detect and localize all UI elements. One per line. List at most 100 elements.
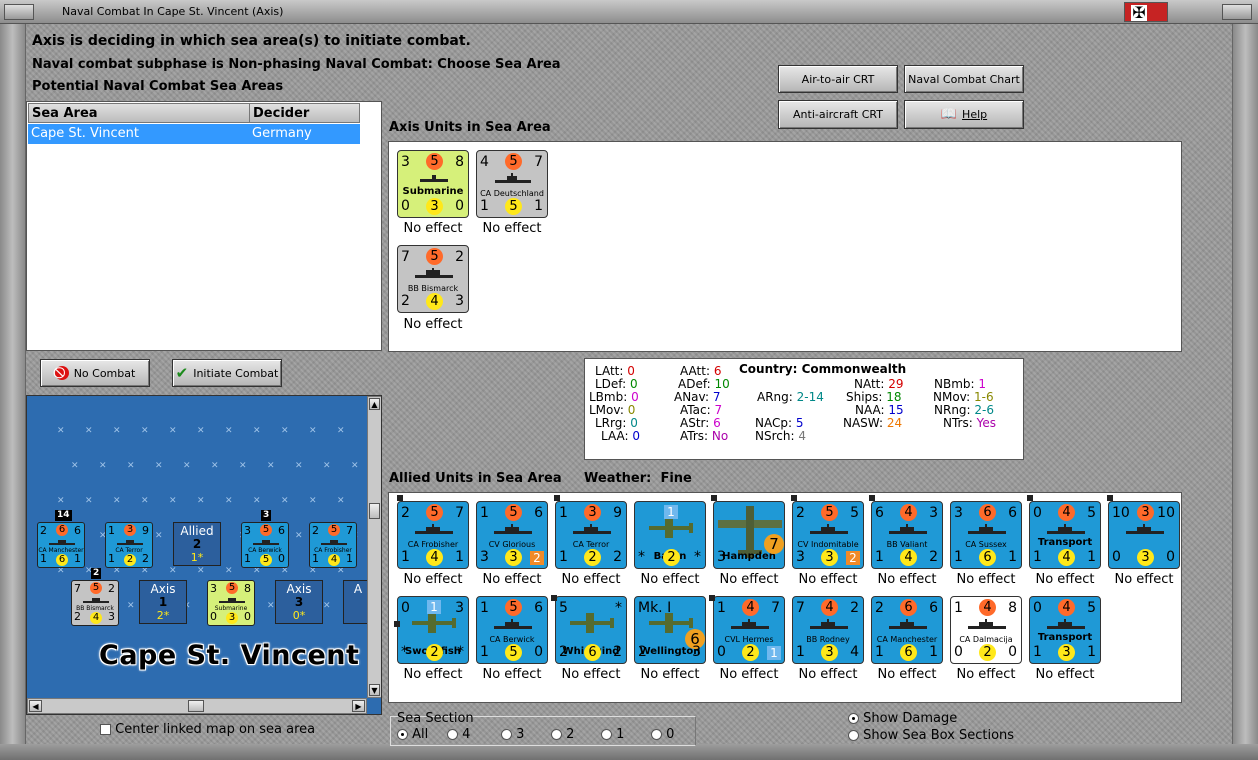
wave-mark: ✕ [85, 496, 93, 506]
link-marker [394, 621, 400, 627]
wave-mark: ✕ [295, 461, 303, 471]
col-header-sea-area[interactable]: Sea Area [28, 103, 250, 123]
wave-mark: ✕ [323, 601, 331, 611]
unit-counter-bb-rodney[interactable]: 7 4 2 BB Rodney 1 3 4 [792, 596, 864, 664]
help-button[interactable]: 📖 Help [904, 100, 1024, 129]
sea-section-label: Sea Section [397, 711, 474, 726]
unit-counter-ca-dalmacija[interactable]: 1 4 8 CA Dalmacija 0 2 0 [950, 596, 1022, 664]
wave-mark: ✕ [141, 426, 149, 436]
allied-units-label: Allied Units in Sea Area [389, 471, 562, 486]
checkbox-box[interactable] [100, 724, 111, 735]
radio-indicator[interactable] [848, 730, 859, 741]
sea-section-group: Sea Section All 4 3 2 1 0 [390, 711, 696, 746]
unit-counter-cvl-hermes[interactable]: 1 4 7 CVL Hermes 0 2 1 [713, 596, 785, 664]
wave-mark: ✕ [127, 601, 135, 611]
radio-indicator[interactable] [651, 729, 662, 740]
scroll-right-arrow-icon[interactable]: ▶ [352, 700, 365, 712]
unit-counter-transport[interactable]: 0 4 5 Transport 1 4 1 [1029, 501, 1101, 569]
stat-item: NTrs: Yes [943, 416, 996, 430]
unit-counter-ca-berwick[interactable]: 1 5 6 CA Berwick 1 5 0 [476, 596, 548, 664]
scroll-left-arrow-icon[interactable]: ◀ [29, 700, 42, 712]
close-window-button[interactable] [1222, 4, 1252, 20]
radio-indicator[interactable] [447, 729, 458, 740]
initiate-combat-button[interactable]: ✔ Initiate Combat [172, 359, 282, 387]
horizontal-scroll-thumb[interactable] [188, 700, 204, 712]
radio-indicator[interactable] [848, 713, 859, 724]
unit-counter-ca-deutschland[interactable]: 457 CA Deutschland 151 [476, 150, 548, 218]
sea-section-option-0[interactable]: 0 [651, 727, 674, 742]
unit-counter-bb-bismarck[interactable]: 752 BB Bismarck 243 [397, 245, 469, 313]
table-row[interactable]: Cape St. Vincent Germany [28, 124, 360, 144]
unit-counter-ca-manchester[interactable]: 2 6 6 CA Manchester 1 6 1 [871, 596, 943, 664]
unit-counter-bb-valiant[interactable]: 6 4 3 BB Valiant 1 4 2 [871, 501, 943, 569]
country-stats-panel: Country: Commonwealth LAtt: 0 LDef: 0 LBmb… [584, 358, 1024, 460]
unit-status: No effect [1035, 667, 1095, 682]
unit-counter-unit[interactable]: 10 3 10 0 3 0 [1108, 501, 1180, 569]
unit-counter-swordfish[interactable]: 03Swordfish*2*1 [397, 596, 469, 664]
unit-counter-cv-glorious[interactable]: 1 5 6 CV Glorious 3 3 2 [476, 501, 548, 569]
wave-mark: ✕ [225, 426, 233, 436]
map-counter-submarine[interactable]: 3 5 8 Submarine 0 3 0 [207, 580, 255, 626]
stat-item: NSrch: 4 [755, 429, 806, 443]
map-counter-ca-manchester[interactable]: 2 6 6 CA Manchester 1 6 1 [37, 522, 85, 568]
map-counter-ca-frobisher[interactable]: 2 5 7 CA Frobisher 1 4 1 [309, 522, 357, 568]
stat-item: LMov: 0 [589, 403, 636, 417]
unit-counter-whirlwind[interactable]: 5*Whirlwind262 [555, 596, 627, 664]
show-sea-box-sections-radio[interactable]: Show Sea Box Sections [848, 728, 1014, 743]
unit-counter-baffin[interactable]: Baffin*2*1 [634, 501, 706, 569]
map-counter-ca-berwick[interactable]: 3 5 6 CA Berwick 1 5 0 [241, 522, 289, 568]
radio-indicator[interactable] [601, 729, 612, 740]
system-menu-button[interactable] [4, 4, 34, 20]
sea-section-option-4[interactable]: 4 [447, 727, 470, 742]
unit-counter-ca-sussex[interactable]: 3 6 6 CA Sussex 1 6 1 [950, 501, 1022, 569]
col-header-decider[interactable]: Decider [249, 103, 360, 123]
unit-status: No effect [482, 667, 542, 682]
germany-flag-icon: ✠ [1124, 2, 1168, 22]
unit-status: No effect [798, 667, 858, 682]
axis-sea-box-3[interactable]: Axis 3 0* [275, 580, 323, 624]
unit-counter-cv-indomitable[interactable]: 2 5 5 CV Indomitable 3 3 2 [792, 501, 864, 569]
sea-section-option-2[interactable]: 2 [551, 727, 574, 742]
map-counter-bb-bismarck[interactable]: 7 5 2 BB Bismarck 2 4 3 [71, 580, 119, 626]
title-bar: Naval Combat In Cape St. Vincent (Axis) … [0, 0, 1258, 24]
vertical-scroll-thumb[interactable] [369, 503, 380, 519]
scroll-down-arrow-icon[interactable]: ▼ [369, 684, 380, 696]
sea-area-map[interactable]: ✕ ✕ ✕ ✕ ✕ ✕ ✕ ✕ ✕ ✕ ✕ ✕ ✕ ✕ ✕ ✕ ✕ ✕ ✕ ✕ ✕ ✕ ✕ ✕ ✕ ✕ ✕ ✕ ✕ ✕ ✕ ✕ ✕ ✕ ✕ ✕ ✕ ✕ ✕ ✕… [26, 395, 382, 715]
axis-units-panel: 358 Submarine 030 No effect 457 CA Deuts… [388, 141, 1182, 352]
air-to-air-crt-button[interactable]: Air-to-air CRT [778, 65, 898, 93]
map-counter-ca-terror[interactable]: 1 3 9 CA Terror 1 2 2 [105, 522, 153, 568]
map-vertical-scrollbar[interactable]: ▲ ▼ [367, 396, 381, 698]
stat-item: NAtt: 29 [854, 377, 904, 391]
sea-section-option-1[interactable]: 1 [601, 727, 624, 742]
unit-counter-hampden[interactable]: Hampden 3 7 [713, 501, 785, 569]
anti-aircraft-crt-button[interactable]: Anti-aircraft CRT [778, 100, 898, 129]
damage-marker: 1 [664, 505, 678, 519]
allied-sea-box[interactable]: Allied 2 1* [173, 522, 221, 566]
no-combat-button[interactable]: ⃠ No Combat [40, 359, 150, 387]
unit-counter-wellington[interactable]: Mk. I Wellington 2 6 3 [634, 596, 706, 664]
unit-status: No effect [798, 572, 858, 587]
naval-combat-chart-button[interactable]: Naval Combat Chart [904, 65, 1024, 93]
scroll-up-arrow-icon[interactable]: ▲ [369, 398, 380, 410]
center-map-checkbox[interactable]: Center linked map on sea area [100, 722, 315, 737]
sea-section-option-all[interactable]: All [397, 727, 428, 742]
radio-indicator[interactable] [551, 729, 562, 740]
sea-section-option-3[interactable]: 3 [501, 727, 524, 742]
show-damage-radio[interactable]: Show Damage [848, 711, 957, 726]
wave-mark: ✕ [309, 426, 317, 436]
radio-indicator[interactable] [501, 729, 512, 740]
wave-mark: ✕ [281, 496, 289, 506]
stat-item: NRng: 2-6 [934, 403, 995, 417]
axis-sea-box-1[interactable]: Axis 1 2* [139, 580, 187, 624]
unit-status: No effect [561, 667, 621, 682]
unit-counter-transport[interactable]: 0 4 5 Transport 1 3 1 [1029, 596, 1101, 664]
map-horizontal-scrollbar[interactable]: ◀ ▶ [27, 698, 367, 714]
unit-status: No effect [403, 221, 463, 236]
radio-indicator[interactable] [397, 729, 408, 740]
unit-counter-submarine[interactable]: 358 Submarine 030 [397, 150, 469, 218]
wave-mark: ✕ [323, 461, 331, 471]
unit-counter-ca-frobisher[interactable]: 2 5 7 CA Frobisher 1 4 1 [397, 501, 469, 569]
stat-item: AAtt: 6 [680, 364, 722, 378]
stat-item: LAA: 0 [601, 429, 641, 443]
unit-counter-ca-terror[interactable]: 1 3 9 CA Terror 1 2 2 [555, 501, 627, 569]
